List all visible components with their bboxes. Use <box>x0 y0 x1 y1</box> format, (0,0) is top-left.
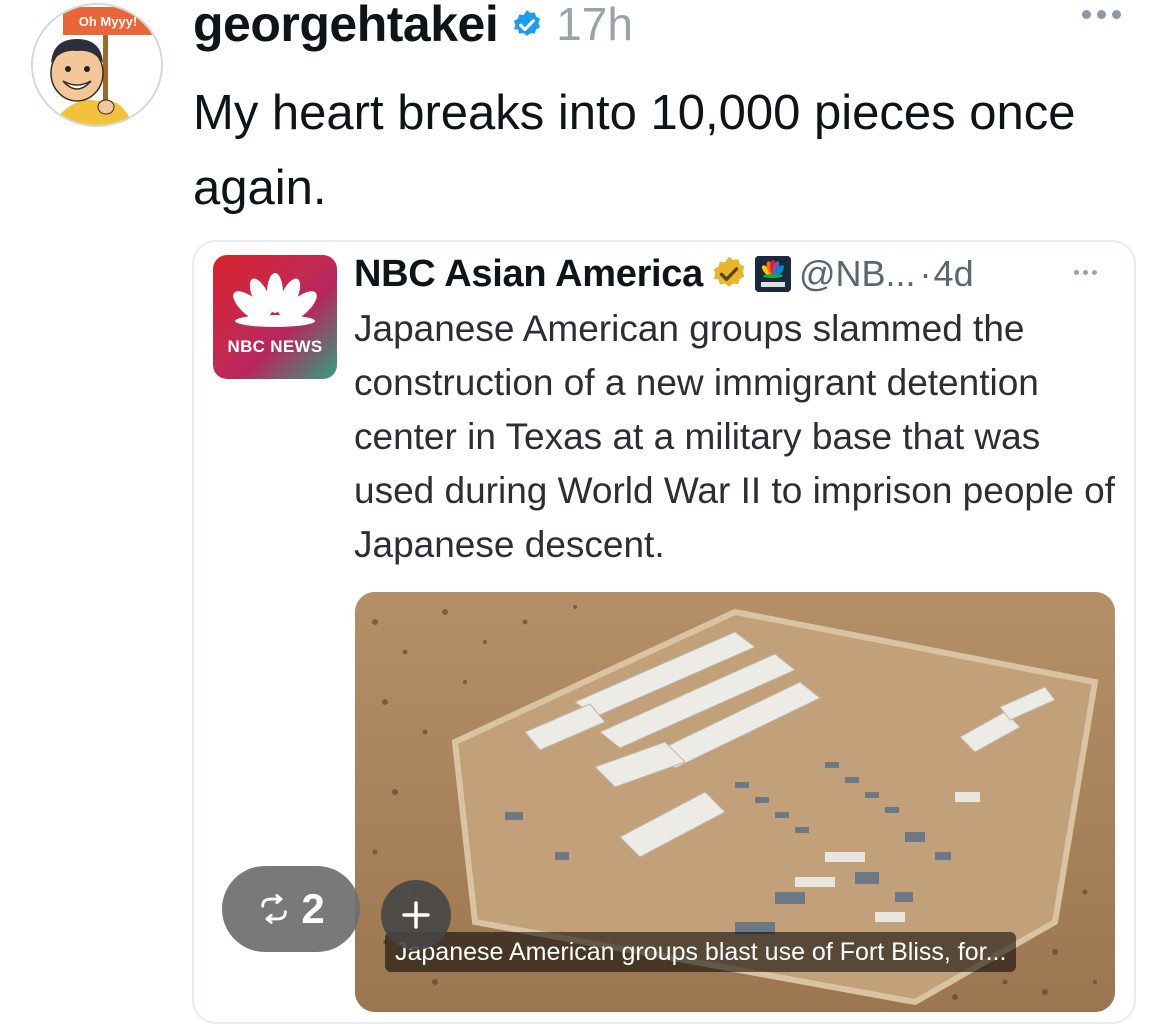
peacock-icon <box>233 273 317 327</box>
repost-icon <box>261 894 288 924</box>
verified-badge-icon <box>514 10 541 36</box>
nbc-news-logo: NBC NEWS <box>213 255 337 379</box>
add-button[interactable] <box>381 880 451 950</box>
quoted-account-name[interactable]: NBC Asian America <box>354 253 703 296</box>
separator-dot: · <box>919 253 932 294</box>
post-text: My heart breaks into 10,000 pieces once … <box>193 86 1076 215</box>
username[interactable]: georgehtakei <box>193 0 499 53</box>
nbc-affiliate-badge-icon <box>754 256 791 292</box>
post-timestamp: 17h <box>556 0 633 50</box>
quoted-post-header: NBC Asian America @NB... · 4d <box>354 250 974 298</box>
media-caption: Japanese American groups blast use of Fo… <box>385 932 1017 972</box>
avatar[interactable]: Oh Myyy! <box>31 3 163 127</box>
quoted-media-image[interactable]: Japanese American groups blast use of Fo… <box>355 592 1115 1012</box>
post-header: georgehtakei 17h <box>193 0 633 53</box>
quoted-timestamp: 4d <box>933 253 974 294</box>
repost-count: 2 <box>301 885 325 932</box>
quoted-handle[interactable]: @NB... <box>799 253 916 295</box>
repost-button[interactable]: 2 <box>222 866 360 952</box>
quoted-post-text: Japanese American groups slammed the con… <box>354 308 1115 565</box>
svg-text:Oh Myyy!: Oh Myyy! <box>79 14 138 29</box>
cartoon-avatar-image: Oh Myyy! <box>33 5 161 125</box>
gold-verified-badge-icon <box>713 256 745 287</box>
plus-icon <box>402 901 430 929</box>
more-options-icon[interactable] <box>1082 10 1121 19</box>
quoted-more-options-icon[interactable] <box>1074 270 1097 275</box>
nbc-logo-label: NBC NEWS <box>227 337 323 356</box>
